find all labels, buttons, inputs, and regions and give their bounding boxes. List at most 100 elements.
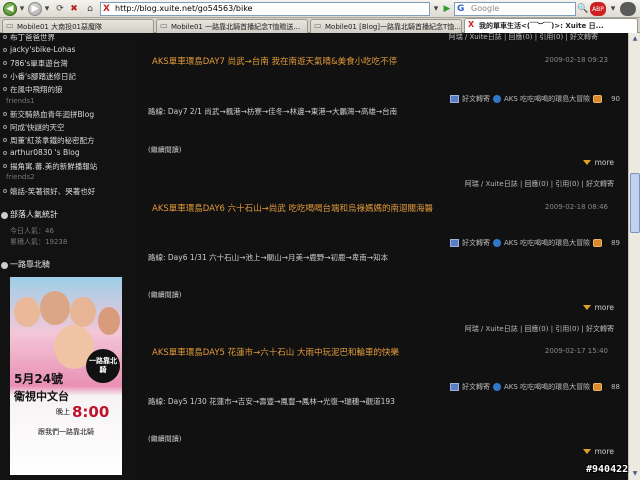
bullet-icon — [3, 74, 7, 78]
tv-promo-banner[interactable]: 一路靠北騎 5月24號 衛視中文台 晚上 8:00 跟我們一路靠北騎 — [10, 277, 122, 475]
person-photo — [70, 297, 96, 327]
post-excerpt: 路線: Day6 1/31 六十石山→池上→關山→月美→鹿野→初鹿→卑南→知本 — [148, 253, 389, 262]
post-date: 2009-02-18 08:46 — [544, 203, 608, 211]
tab-4-active[interactable]: X 我的單車生活<(￣︶￣)>: Xuite 日... — [464, 18, 638, 33]
tab-label: 我的單車生活<(￣︶￣)>: Xuite 日... — [479, 22, 604, 30]
back-history-dropdown[interactable]: ▾ — [18, 2, 26, 16]
view-count: 88 — [611, 383, 620, 391]
sidebar-link[interactable]: 阿成'快謎的天空 — [10, 122, 65, 133]
search-go-icon[interactable]: 🔍 — [577, 2, 588, 16]
promo-time: 8:00 — [72, 403, 110, 421]
rating-icon — [593, 239, 603, 247]
read-more-link[interactable]: (繼續閱讀) — [148, 145, 181, 155]
post-title[interactable]: AKS單車環島DAY7 尚武→台南 我在南遊天氣晴&美食小吃吃不停 — [152, 55, 397, 67]
promo-channel: 衛視中文台 — [14, 390, 69, 403]
home-icon[interactable]: ⌂ — [84, 2, 96, 16]
bullet-icon — [3, 61, 7, 65]
more-link[interactable]: more — [582, 158, 614, 167]
post-title[interactable]: AKS單車環島DAY6 六十石山→尚武 吃吃喝喝台端和烏祿媽媽的南迴關海醫 — [152, 202, 433, 214]
scroll-down-icon[interactable]: ▼ — [630, 469, 640, 479]
source-link[interactable]: AKS 吃吃喝喝的環島大冒險 — [504, 238, 590, 248]
back-button[interactable]: ◀ — [3, 2, 17, 16]
view-count: 89 — [611, 239, 620, 247]
bullet-icon — [3, 125, 7, 129]
bullet-icon — [3, 112, 7, 116]
vertical-scrollbar[interactable]: ▲ ▼ — [628, 33, 640, 480]
search-placeholder: Google — [471, 4, 500, 13]
recommend-icon[interactable] — [450, 383, 460, 391]
search-input[interactable]: G Google — [454, 2, 576, 16]
stats-today: 今日人氣：46 — [10, 227, 54, 235]
recommend-icon[interactable] — [450, 95, 460, 103]
person-photo — [98, 307, 120, 335]
bullet-icon — [3, 164, 7, 168]
sidebar-link[interactable]: 786's單車遊台灣 — [10, 58, 68, 69]
recommend-link[interactable]: 好文轉寄 — [462, 382, 490, 392]
sidebar-link[interactable]: 嬉話-笑著很好、哭著也好 — [10, 186, 95, 197]
sidebar-link[interactable]: 揚角寓.蕃.美的新鮮播報站 — [10, 161, 97, 172]
stop-icon[interactable]: ✖ — [68, 2, 80, 16]
view-count: 90 — [611, 95, 620, 103]
rss-icon — [493, 383, 502, 391]
address-bar[interactable]: X http://blog.xuite.net/go54563/bike — [100, 2, 430, 16]
recommend-link[interactable]: 好文轉寄 — [462, 94, 490, 104]
tab-bar: ▭ Mobile01 大南投01惡魔隊 ▭ Mobile01 一路靠北騎首播紀念… — [0, 18, 640, 33]
person-photo — [40, 291, 70, 325]
xuite-favicon-icon: X — [468, 20, 475, 29]
promo-date: 5月24號 — [14, 372, 64, 386]
bullet-icon — [3, 151, 7, 155]
forward-button[interactable]: ▶ — [28, 2, 42, 16]
forward-history-dropdown[interactable]: ▾ — [43, 2, 51, 16]
sidebar-link[interactable]: 小番's腳踏迷修日記 — [10, 71, 76, 82]
tab-2[interactable]: ▭ Mobile01 一路靠北騎首播紀念T恤贈送... — [156, 19, 308, 33]
sidebar: 布丁爸爸世界 jacky'sbike-Lohas 786's單車遊台灣 小番's… — [0, 33, 140, 480]
recommend-icon[interactable] — [450, 239, 460, 247]
bullet-icon — [3, 189, 7, 193]
stats-heading: 部落人氣統計 — [10, 210, 58, 219]
browser-toolbar: ◀ ▾ ▶ ▾ ⟳ ✖ ⌂ X http://blog.xuite.net/go… — [0, 0, 640, 18]
reload-icon[interactable]: ⟳ — [54, 2, 66, 16]
image-watermark: #940422 — [586, 464, 629, 475]
tab-1[interactable]: ▭ Mobile01 大南投01惡魔隊 — [2, 19, 154, 33]
post-excerpt: 路線: Day5 1/30 花蓮市→吉安→壽豐→鳳豐→鳳林→光復→瑞穗→觀道19… — [148, 397, 395, 406]
bullet-icon — [3, 138, 7, 142]
sidebar-link[interactable]: 布丁爸爸世界 — [10, 33, 55, 43]
sidebar-link[interactable]: 新交騎熱血青年迴拼Blog — [10, 109, 94, 120]
post-meta[interactable]: 阿瑞 / Xuite日誌 | 回應(0) | 引用(0) | 好文轉寄 — [449, 33, 598, 42]
recommend-link[interactable]: 好文轉寄 — [462, 238, 490, 248]
tab-3[interactable]: ▭ Mobile01 [Blog]一路靠北騎首播紀念T恤... — [310, 19, 462, 33]
scroll-up-icon[interactable]: ▲ — [630, 34, 640, 44]
sidebar-link[interactable]: 在風中飛翔的狼 — [10, 84, 63, 95]
rss-icon — [493, 95, 502, 103]
extension-icon[interactable] — [620, 2, 636, 16]
page-icon: ▭ — [314, 21, 322, 30]
promo-tagline: 跟我們一路靠北騎 — [38, 428, 94, 436]
more-link[interactable]: more — [582, 303, 614, 312]
url-history-dropdown[interactable]: ▾ — [432, 2, 440, 16]
adblock-dropdown[interactable]: ▾ — [608, 2, 618, 16]
go-icon[interactable]: ▶ — [441, 2, 453, 16]
post-list: 阿瑞 / Xuite日誌 | 回應(0) | 引用(0) | 好文轉寄 AKS單… — [140, 33, 628, 480]
sidebar-link[interactable]: 周董'紅茶拿鐵的秘密配方 — [10, 135, 95, 146]
rating-icon — [593, 383, 603, 391]
post-meta[interactable]: 阿瑞 / Xuite日誌 | 回應(0) | 引用(0) | 好文轉寄 — [465, 179, 614, 189]
promo-heading-icon — [1, 262, 8, 269]
post-title[interactable]: AKS單車環島DAY5 花蓮市→六十石山 大雨中玩泥巴和輪車的快樂 — [152, 346, 399, 358]
stats-total: 累積人氣：19238 — [10, 238, 68, 246]
adblock-icon[interactable]: ABP — [590, 2, 606, 16]
scrollbar-thumb[interactable] — [630, 173, 640, 233]
promo-evening: 晚上 — [56, 408, 70, 416]
source-link[interactable]: AKS 吃吃喝喝的環島大冒險 — [504, 382, 590, 392]
bullet-icon — [3, 87, 7, 91]
tab-label: Mobile01 大南投01惡魔隊 — [17, 23, 103, 31]
more-link[interactable]: more — [582, 447, 614, 456]
read-more-link[interactable]: (繼續閱讀) — [148, 290, 181, 300]
source-link[interactable]: AKS 吃吃喝喝的環島大冒險 — [504, 94, 590, 104]
sidebar-link[interactable]: jacky'sbike-Lohas — [10, 45, 75, 54]
read-more-link[interactable]: (繼續閱讀) — [148, 434, 181, 444]
tab-label: Mobile01 一路靠北騎首播紀念T恤贈送... — [171, 23, 301, 31]
sidebar-link[interactable]: arthur0830 's Blog — [10, 148, 80, 157]
stats-icon — [1, 212, 8, 219]
post-tools: 好文轉寄 AKS 吃吃喝喝的環島大冒險 90 — [450, 94, 620, 104]
post-meta[interactable]: 阿瑞 / Xuite日誌 | 回應(0) | 引用(0) | 好文轉寄 — [465, 324, 614, 334]
